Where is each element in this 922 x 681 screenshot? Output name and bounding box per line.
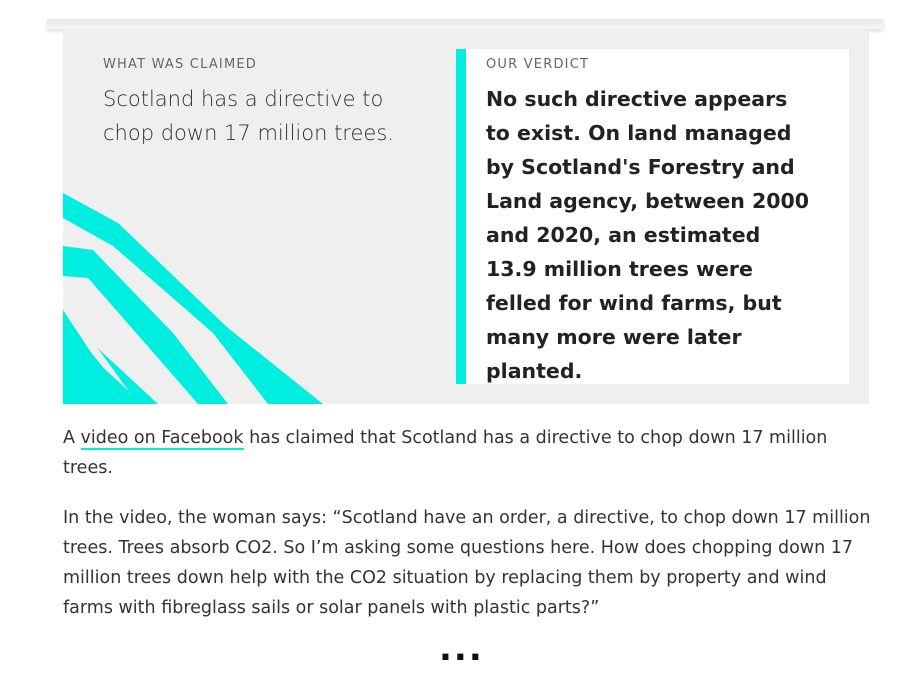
facebook-video-link[interactable]: video on Facebook bbox=[80, 428, 244, 450]
fact-check-panel: WHAT WAS CLAIMED Scotland has a directiv… bbox=[63, 28, 869, 404]
paragraph-prefix: A bbox=[63, 428, 81, 448]
claim-label: WHAT WAS CLAIMED bbox=[103, 57, 257, 72]
verdict-label: OUR VERDICT bbox=[486, 57, 590, 72]
claim-text: Scotland has a directive to chop down 17… bbox=[103, 87, 394, 145]
verdict-box: OUR VERDICT No such directive appears to… bbox=[456, 49, 849, 384]
article-paragraph-1: A video on Facebook has claimed that Sco… bbox=[63, 423, 873, 483]
more-ellipsis: ... bbox=[439, 629, 484, 669]
article-paragraph-2: In the video, the woman says: “Scotland … bbox=[63, 508, 871, 618]
verdict-text: No such directive appears to exist. On l… bbox=[486, 87, 810, 383]
